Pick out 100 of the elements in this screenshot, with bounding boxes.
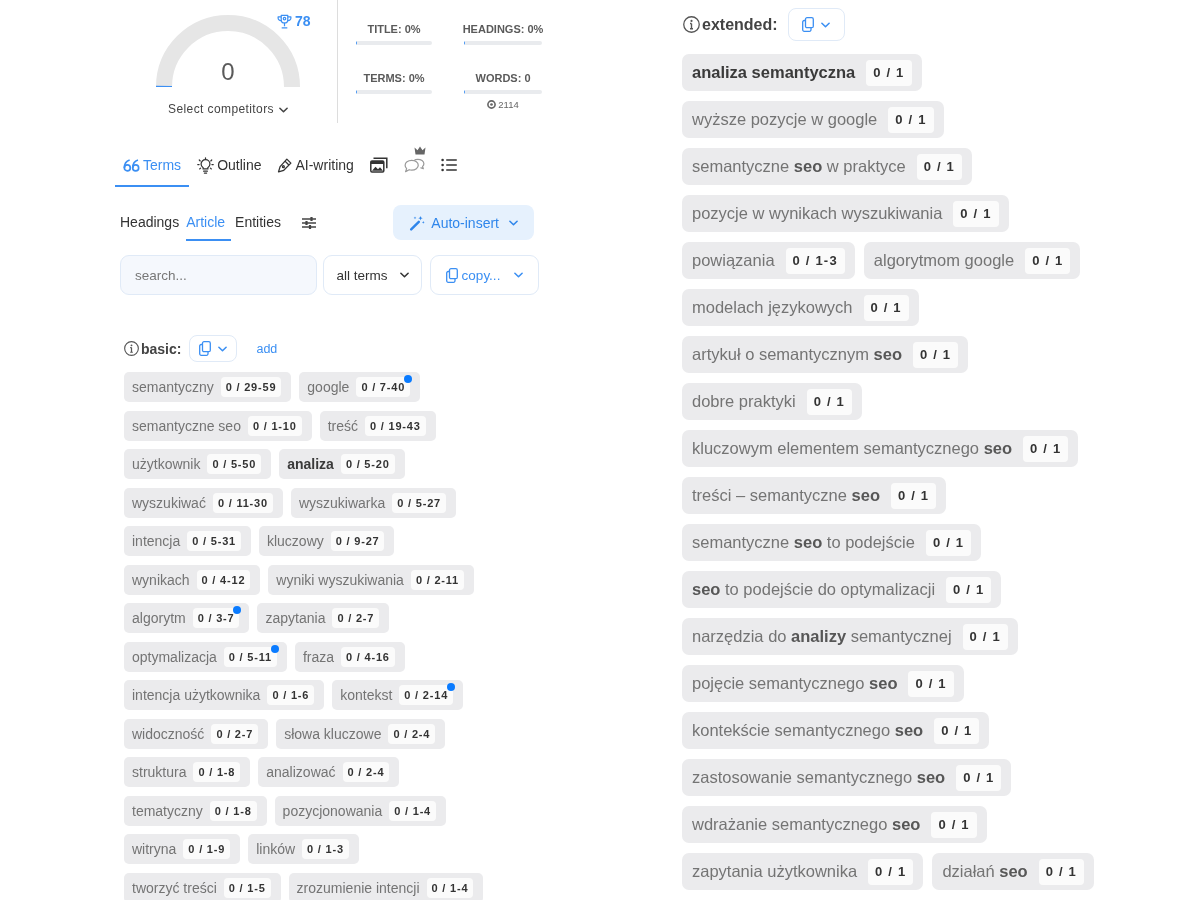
term-chip[interactable]: wyniki wyszukiwania 0 / 2-11 bbox=[268, 564, 474, 595]
term-chip[interactable]: użytkownik 0 / 5-50 bbox=[124, 449, 272, 479]
term-chip[interactable]: działań seo 0 / 1 bbox=[932, 853, 1094, 890]
term-text: wynikach bbox=[132, 571, 190, 588]
tab[interactable]: AI-writing bbox=[269, 145, 362, 187]
term-count: 0 / 5-31 bbox=[187, 531, 241, 551]
stat-label: HEADINGS: 0% bbox=[462, 22, 544, 36]
copy-icon bbox=[445, 267, 458, 283]
term-chip[interactable]: struktura 0 / 1-8 bbox=[124, 757, 251, 787]
term-chip[interactable]: tworzyć treści 0 / 1-5 bbox=[124, 872, 281, 900]
term-count: 0 / 1-9 bbox=[183, 839, 231, 859]
term-text: pozycjonowania bbox=[282, 802, 383, 819]
stat-label: TITLE: 0% bbox=[367, 22, 421, 36]
term-chip[interactable]: analiza semantyczna 0 / 1 bbox=[682, 54, 922, 91]
term-chip[interactable]: wyszukiwarka 0 / 5-27 bbox=[290, 487, 456, 518]
term-text: intencja bbox=[132, 533, 181, 549]
term-text: intencja użytkownika bbox=[132, 687, 261, 703]
term-text: semantyczny bbox=[132, 379, 214, 395]
term-chip[interactable]: tematyczny 0 / 1-8 bbox=[124, 795, 267, 826]
term-count: 0 / 1 bbox=[868, 858, 914, 885]
term-count: 0 / 5-50 bbox=[207, 454, 262, 474]
term-chip[interactable]: zapytania użytkownika 0 / 1 bbox=[682, 853, 924, 890]
copy-dropdown[interactable] bbox=[787, 8, 845, 41]
term-text: treści – semantyczne seo bbox=[692, 486, 880, 505]
term-chip[interactable]: wyższe pozycje w google 0 / 1 bbox=[682, 101, 944, 138]
term-chip[interactable]: semantyczne seo w praktyce 0 / 1 bbox=[682, 148, 972, 185]
term-text: tworzyć treści bbox=[132, 879, 217, 896]
term-text: wyniki wyszukiwania bbox=[276, 571, 404, 588]
images-icon bbox=[369, 157, 388, 173]
search-field[interactable]: search... bbox=[120, 255, 317, 295]
word-target: 2114 bbox=[498, 99, 519, 110]
term-count: 0 / 1 bbox=[1025, 247, 1071, 274]
filter-dropdown[interactable]: all terms bbox=[323, 255, 422, 295]
tab[interactable]: Outline bbox=[189, 145, 270, 187]
term-count: 0 / 1 bbox=[1023, 435, 1069, 462]
term-count: 0 / 1 bbox=[946, 576, 992, 603]
term-chip[interactable]: algorytmom google 0 / 1 bbox=[863, 242, 1081, 279]
term-text: kontekst bbox=[340, 687, 393, 703]
term-count: 0 / 1 bbox=[931, 811, 977, 838]
sliders-icon[interactable] bbox=[302, 216, 316, 229]
term-chip[interactable]: wyszukiwać 0 / 11-30 bbox=[124, 487, 283, 518]
term-chip[interactable]: kontekście semantycznego seo 0 / 1 bbox=[682, 712, 990, 749]
term-chip[interactable]: kluczowy 0 / 9-27 bbox=[258, 526, 395, 556]
info-icon[interactable] bbox=[124, 341, 139, 356]
term-chip[interactable]: widoczność 0 / 2-7 bbox=[124, 718, 269, 749]
section-title: basic: bbox=[141, 340, 182, 357]
term-chip[interactable]: dobre praktyki 0 / 1 bbox=[682, 383, 862, 420]
term-count: 0 / 3-7 bbox=[192, 608, 240, 628]
term-chip[interactable]: pojęcie semantycznego seo 0 / 1 bbox=[682, 665, 964, 702]
term-chip[interactable]: analizować 0 / 2-4 bbox=[258, 757, 400, 787]
copy-dropdown[interactable] bbox=[189, 335, 238, 362]
chat-icon bbox=[403, 157, 425, 173]
tab[interactable]: Headings bbox=[120, 204, 187, 241]
term-text: kontekście semantycznego seo bbox=[692, 721, 924, 740]
term-chip[interactable]: kluczowym elementem semantycznego seo 0 / 1 bbox=[682, 430, 1079, 467]
term-count: 0 / 5-20 bbox=[340, 454, 395, 474]
term-text: treść bbox=[327, 417, 358, 434]
term-chip[interactable]: google 0 / 7-40 bbox=[299, 372, 421, 402]
term-chip[interactable]: fraza 0 / 4-16 bbox=[294, 641, 405, 672]
term-chip[interactable]: optymalizacja 0 / 5-11 bbox=[124, 641, 287, 672]
tab[interactable]: Entities bbox=[235, 204, 288, 241]
term-chip[interactable]: treści – semantyczne seo 0 / 1 bbox=[682, 477, 947, 514]
term-chip[interactable]: zapytania 0 / 2-7 bbox=[257, 603, 390, 633]
term-text: analizować bbox=[266, 764, 336, 780]
term-chip[interactable]: analiza 0 / 5-20 bbox=[279, 449, 405, 479]
pen-icon bbox=[277, 157, 293, 173]
term-chip[interactable]: artykuł o semantycznym seo 0 / 1 bbox=[682, 336, 969, 373]
term-chip[interactable]: powiązania 0 / 1-3 bbox=[682, 242, 855, 279]
term-chip[interactable]: zrozumienie intencji 0 / 1-4 bbox=[288, 872, 484, 900]
term-chip[interactable]: pozycje w wynikach wyszukiwania 0 / 1 bbox=[682, 195, 1009, 232]
term-count: 0 / 1 bbox=[891, 482, 937, 509]
term-chip[interactable]: witryna 0 / 1-9 bbox=[124, 834, 241, 864]
term-chip[interactable]: pozycjonowania 0 / 1-4 bbox=[274, 795, 447, 826]
term-chip[interactable]: narzędzia do analizy semantycznej 0 / 1 bbox=[682, 618, 1018, 655]
term-chip[interactable]: modelach językowych 0 / 1 bbox=[682, 289, 919, 326]
term-chip[interactable]: intencja użytkownika 0 / 1-6 bbox=[124, 680, 325, 710]
term-chip[interactable]: wdrażanie semantycznego seo 0 / 1 bbox=[682, 806, 987, 843]
term-count: 0 / 1-4 bbox=[389, 800, 437, 821]
term-count: 0 / 1-3 bbox=[785, 247, 845, 274]
term-count: 0 / 1 bbox=[953, 200, 999, 227]
term-chip[interactable]: kontekst 0 / 2-14 bbox=[332, 680, 464, 710]
term-chip[interactable]: seo to podejście do optymalizacji 0 / 1 bbox=[682, 571, 1002, 608]
term-chip[interactable]: intencja 0 / 5-31 bbox=[124, 526, 251, 556]
term-chip[interactable]: semantyczne seo 0 / 1-10 bbox=[124, 410, 312, 441]
quote-icon bbox=[123, 158, 140, 172]
info-icon[interactable] bbox=[683, 16, 700, 33]
term-count: 0 / 2-11 bbox=[410, 569, 464, 590]
term-count: 0 / 2-14 bbox=[399, 685, 454, 705]
term-chip[interactable]: semantyczne seo to podejście 0 / 1 bbox=[682, 524, 982, 561]
term-text: analiza bbox=[287, 456, 334, 472]
term-chip[interactable]: treść 0 / 19-43 bbox=[319, 410, 436, 441]
term-chip[interactable]: semantyczny 0 / 29-59 bbox=[124, 372, 292, 402]
competitors-dropdown[interactable]: Select competitors bbox=[168, 102, 288, 117]
benchmark-score: 78 bbox=[295, 13, 311, 29]
term-chip[interactable]: algorytm 0 / 3-7 bbox=[124, 603, 250, 633]
term-chip[interactable]: słowa kluczowe 0 / 2-4 bbox=[276, 718, 446, 749]
term-text: analiza semantyczna bbox=[692, 63, 856, 82]
term-chip[interactable]: zastosowanie semantycznego seo 0 / 1 bbox=[682, 759, 1012, 796]
term-chip[interactable]: wynikach 0 / 4-12 bbox=[124, 564, 261, 595]
term-chip[interactable]: linków 0 / 1-3 bbox=[248, 834, 359, 864]
